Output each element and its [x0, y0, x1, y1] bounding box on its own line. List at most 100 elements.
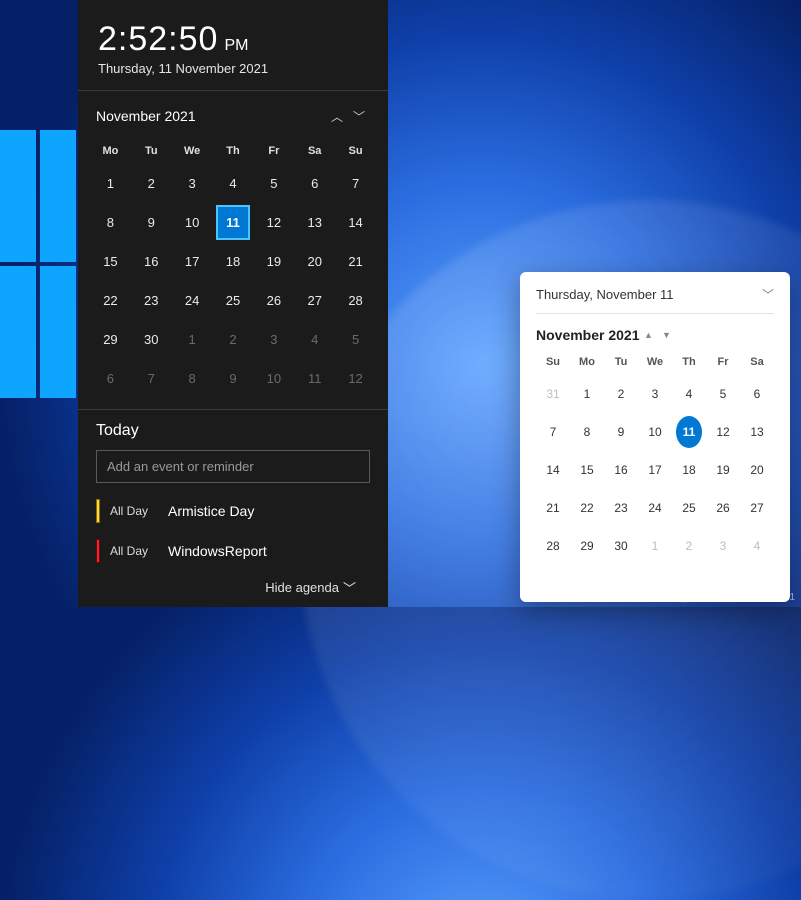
calendar-day[interactable]: 27 [744, 492, 770, 524]
calendar-day[interactable]: 22 [93, 283, 128, 318]
calendar-day[interactable]: 7 [338, 166, 373, 201]
next-month-button-light[interactable]: ▼ [658, 326, 676, 344]
prev-month-button-light[interactable]: ▲ [640, 326, 658, 344]
calendar-day[interactable]: 11 [676, 416, 702, 448]
calendar-day[interactable]: 26 [710, 492, 736, 524]
agenda-event[interactable]: All DayArmistice Day [96, 499, 370, 523]
calendar-day[interactable]: 30 [608, 530, 634, 562]
calendar-day[interactable]: 7 [540, 416, 566, 448]
calendar-grid-dark: MoTuWeThFrSaSu12345678910111213141516171… [78, 135, 388, 409]
calendar-day[interactable]: 8 [574, 416, 600, 448]
calendar-day[interactable]: 6 [93, 361, 128, 396]
calendar-day[interactable]: 2 [608, 378, 634, 410]
calendar-day[interactable]: 2 [676, 530, 702, 562]
calendar-day[interactable]: 18 [216, 244, 251, 279]
calendar-day[interactable]: 4 [297, 322, 332, 357]
calendar-day[interactable]: 13 [297, 205, 332, 240]
calendar-day[interactable]: 1 [574, 378, 600, 410]
calendar-day[interactable]: 4 [676, 378, 702, 410]
agenda-title: Today [96, 422, 370, 440]
clock-time: 2:52:50 [98, 20, 218, 59]
calendar-day[interactable]: 28 [540, 530, 566, 562]
calendar-day[interactable]: 18 [676, 454, 702, 486]
calendar-day[interactable]: 24 [175, 283, 210, 318]
next-month-button[interactable]: ﹀ [348, 105, 370, 127]
calendar-day[interactable]: 9 [608, 416, 634, 448]
calendar-day[interactable]: 22 [574, 492, 600, 524]
calendar-day[interactable]: 17 [642, 454, 668, 486]
calendar-day[interactable]: 5 [338, 322, 373, 357]
calendar-grid-light: SuMoTuWeThFrSa31123456789101112131415161… [536, 350, 774, 564]
calendar-day[interactable]: 25 [676, 492, 702, 524]
hide-agenda-button[interactable]: Hide agenda ﹀ [265, 578, 356, 597]
calendar-day[interactable]: 1 [93, 166, 128, 201]
calendar-day[interactable]: 5 [710, 378, 736, 410]
calendar-day[interactable]: 15 [574, 454, 600, 486]
calendar-day[interactable]: 12 [338, 361, 373, 396]
day-of-week-header: Mo [90, 139, 131, 163]
light-month-label[interactable]: November 2021 [536, 327, 640, 343]
day-of-week-header: We [638, 350, 672, 374]
calendar-day[interactable]: 10 [642, 416, 668, 448]
calendar-day[interactable]: 4 [216, 166, 251, 201]
calendar-day[interactable]: 23 [608, 492, 634, 524]
calendar-day[interactable]: 3 [256, 322, 291, 357]
add-event-input[interactable] [96, 450, 370, 483]
calendar-day[interactable]: 8 [93, 205, 128, 240]
calendar-day[interactable]: 13 [744, 416, 770, 448]
calendar-day[interactable]: 5 [256, 166, 291, 201]
agenda-panel: Today All DayArmistice Day All DayWindows… [78, 410, 388, 607]
prev-month-button[interactable]: ︿ [326, 105, 348, 127]
calendar-day[interactable]: 16 [134, 244, 169, 279]
calendar-day[interactable]: 1 [642, 530, 668, 562]
calendar-day[interactable]: 15 [93, 244, 128, 279]
calendar-day[interactable]: 20 [744, 454, 770, 486]
calendar-day[interactable]: 11 [216, 205, 251, 240]
calendar-day[interactable]: 14 [338, 205, 373, 240]
calendar-flyout-light: Thursday, November 11 ﹀ November 2021 ▲ … [520, 272, 790, 602]
calendar-day[interactable]: 6 [297, 166, 332, 201]
event-color-bar [96, 539, 100, 563]
calendar-day[interactable]: 12 [710, 416, 736, 448]
calendar-day[interactable]: 21 [338, 244, 373, 279]
calendar-day[interactable]: 3 [710, 530, 736, 562]
calendar-day[interactable]: 12 [256, 205, 291, 240]
calendar-day[interactable]: 10 [175, 205, 210, 240]
calendar-day[interactable]: 4 [744, 530, 770, 562]
calendar-day[interactable]: 30 [134, 322, 169, 357]
calendar-day[interactable]: 10 [256, 361, 291, 396]
calendar-day[interactable]: 31 [540, 378, 566, 410]
calendar-day[interactable]: 19 [710, 454, 736, 486]
calendar-day[interactable]: 24 [642, 492, 668, 524]
calendar-day[interactable]: 9 [134, 205, 169, 240]
calendar-day[interactable]: 6 [744, 378, 770, 410]
calendar-day[interactable]: 7 [134, 361, 169, 396]
calendar-day[interactable]: 11 [297, 361, 332, 396]
calendar-day[interactable]: 17 [175, 244, 210, 279]
calendar-day[interactable]: 29 [574, 530, 600, 562]
day-of-week-header: Mo [570, 350, 604, 374]
calendar-day[interactable]: 2 [216, 322, 251, 357]
agenda-event[interactable]: All DayWindowsReport [96, 539, 370, 563]
calendar-day[interactable]: 20 [297, 244, 332, 279]
day-of-week-header: Tu [604, 350, 638, 374]
calendar-day[interactable]: 16 [608, 454, 634, 486]
calendar-day[interactable]: 26 [256, 283, 291, 318]
calendar-day[interactable]: 23 [134, 283, 169, 318]
calendar-day[interactable]: 2 [134, 166, 169, 201]
calendar-day[interactable]: 27 [297, 283, 332, 318]
calendar-day[interactable]: 21 [540, 492, 566, 524]
calendar-day[interactable]: 3 [642, 378, 668, 410]
calendar-day[interactable]: 1 [175, 322, 210, 357]
month-label[interactable]: November 2021 [96, 108, 196, 124]
calendar-header: November 2021 ︿ ﹀ [78, 91, 388, 135]
calendar-day[interactable]: 25 [216, 283, 251, 318]
calendar-day[interactable]: 28 [338, 283, 373, 318]
calendar-day[interactable]: 14 [540, 454, 566, 486]
calendar-day[interactable]: 9 [216, 361, 251, 396]
calendar-day[interactable]: 19 [256, 244, 291, 279]
calendar-day[interactable]: 8 [175, 361, 210, 396]
collapse-button[interactable]: ﹀ [762, 286, 774, 303]
calendar-day[interactable]: 3 [175, 166, 210, 201]
calendar-day[interactable]: 29 [93, 322, 128, 357]
